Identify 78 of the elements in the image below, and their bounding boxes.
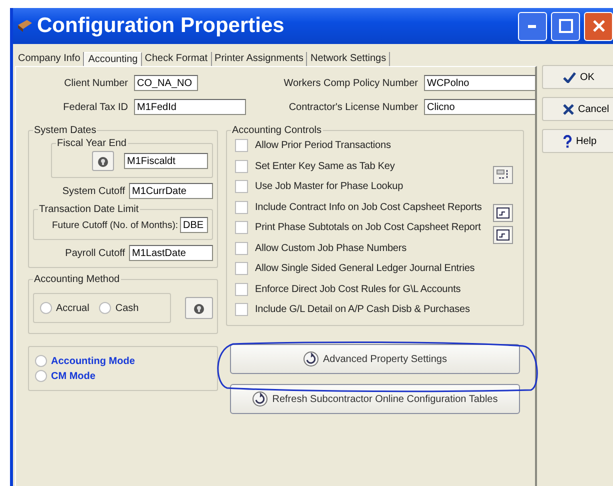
checkbox-label: Print Phase Subtotals on Job Cost Capsheet Report [255,222,481,233]
radio-button[interactable] [35,370,47,382]
radio-button[interactable] [99,302,112,314]
app-icon [17,19,33,33]
field-label: Client Number [63,78,128,88]
field-label: Federal Tax ID [62,102,128,112]
help-icon [563,134,572,148]
dialog-button[interactable]: OK [542,65,613,89]
input-field[interactable]: M1Fiscaldt [124,153,208,169]
input-field[interactable]: M1CurrDate [129,183,213,199]
checkbox[interactable] [235,282,248,296]
checkbox-label: Include Contract Info on Job Cost Capsheet Reports [255,202,482,212]
minimize-icon [528,24,538,28]
action-button[interactable]: Refresh Subcontractor Online Configuration Tables [230,384,520,414]
tab[interactable]: Accounting [84,52,142,67]
field-label: Contractor's License Number [288,102,418,112]
lock-icon [193,302,205,314]
dialog-button[interactable]: Help [542,129,613,153]
checkbox[interactable] [235,303,248,316]
checkbox[interactable] [235,200,248,214]
input-field[interactable]: CO_NA_NO [134,75,198,91]
checkbox[interactable] [235,139,248,152]
refresh-icon [303,351,320,367]
checkbox[interactable] [235,221,248,234]
radio-button[interactable] [35,355,47,367]
checkbox[interactable] [235,242,248,254]
input-field[interactable]: M1FedId [134,99,246,115]
group-title: Fiscal Year End [56,138,128,149]
input-field[interactable]: Clicno [424,99,536,115]
checkbox-label: Enforce Direct Job Cost Rules for G\L Accounts [255,284,461,294]
checkbox-label: Allow Single Sided General Ledger Journal Entries [255,263,475,274]
checkbox-label: Include G/L Detail on A/P Cash Disb & Purchases [255,304,470,315]
checkbox-label: Use Job Master for Phase Lookup [255,181,404,192]
tab-key-button[interactable] [493,166,513,184]
checkbox-label: Set Enter Key Same as Tab Key [255,160,395,172]
group-title: Accounting Controls [231,125,322,136]
checkbox[interactable] [235,262,248,275]
close-icon [592,19,606,33]
refresh-icon [252,391,268,407]
radio-label: CM Mode [51,370,96,382]
report-button[interactable] [493,226,513,244]
checkbox[interactable] [235,180,248,193]
report-icon [496,207,510,219]
group-title: System Dates [33,125,98,136]
radio-label: Accounting Mode [51,356,135,366]
arrows-icon [496,169,510,181]
dialog-button[interactable]: Cancel [542,97,613,121]
checkbox[interactable] [235,160,248,172]
action-button[interactable]: Advanced Property Settings [230,344,520,374]
lock-icon [97,154,109,168]
field-label: System Cutoff [62,186,125,196]
group-title: Accounting Method [33,274,121,285]
field-label: Future Cutoff (No. of Months): [52,220,178,230]
tab[interactable]: Check Format [142,52,212,66]
input-field[interactable]: DBE [180,217,208,233]
checkmark-icon [563,72,576,82]
tab[interactable]: Printer Assignments [212,52,308,66]
lock-button[interactable] [185,297,213,319]
maximize-icon [558,19,572,33]
close-button[interactable] [584,12,613,40]
input-field[interactable]: M1LastDate [129,245,213,261]
maximize-button[interactable] [551,12,580,40]
radio-button[interactable] [40,302,52,314]
window-title: Configuration Properties [37,14,286,38]
group-title: Transaction Date Limit [38,204,140,215]
tab[interactable]: Network Settings [307,52,390,66]
close-icon [563,104,574,114]
input-field[interactable]: WCPolno [424,75,536,91]
lock-button[interactable] [92,151,114,171]
report-icon [496,229,510,241]
radio-label: Cash [115,302,139,314]
report-button[interactable] [493,204,513,222]
field-label: Workers Comp Policy Number [282,78,418,88]
checkbox-label: Allow Prior Period Transactions [255,140,391,151]
radio-label: Accrual [56,302,90,314]
checkbox-label: Allow Custom Job Phase Numbers [255,242,407,254]
field-label: Payroll Cutoff [65,248,125,258]
minimize-button[interactable] [518,12,547,40]
